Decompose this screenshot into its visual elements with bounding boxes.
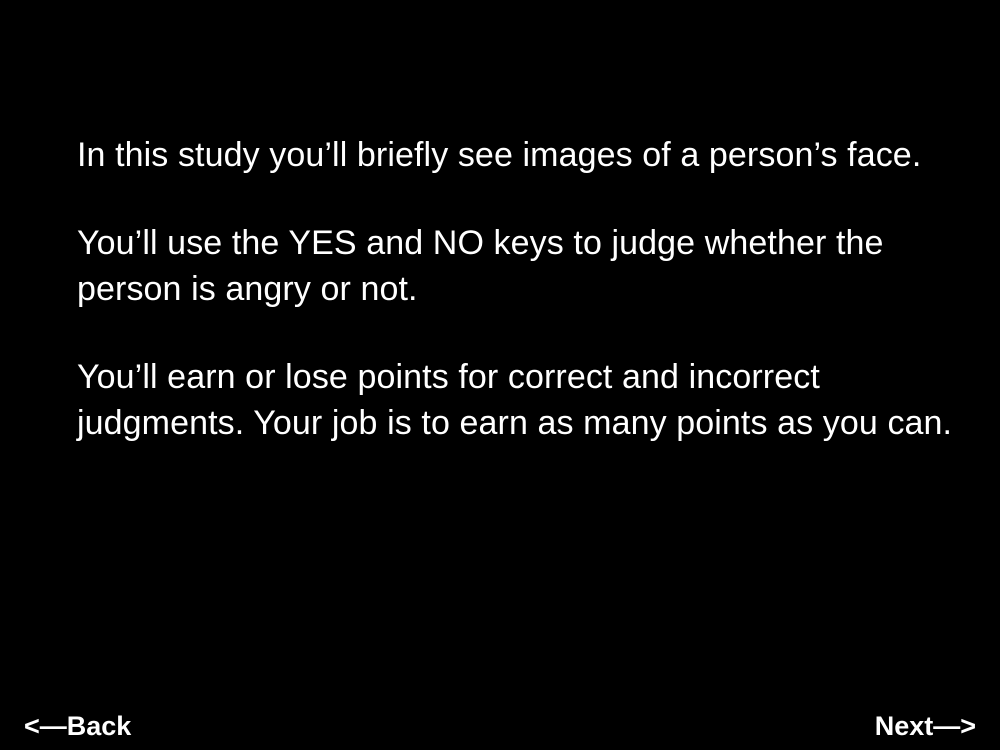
instruction-paragraph-1: In this study you’ll briefly see images … bbox=[77, 136, 922, 174]
next-button[interactable]: Next—> bbox=[875, 710, 976, 742]
instructions-panel: In this study you’ll briefly see images … bbox=[77, 132, 957, 488]
instruction-paragraph-3: You’ll earn or lose points for correct a… bbox=[77, 358, 953, 442]
back-button[interactable]: <—Back bbox=[24, 710, 131, 742]
instruction-paragraph-2: You’ll use the YES and NO keys to judge … bbox=[77, 224, 884, 308]
